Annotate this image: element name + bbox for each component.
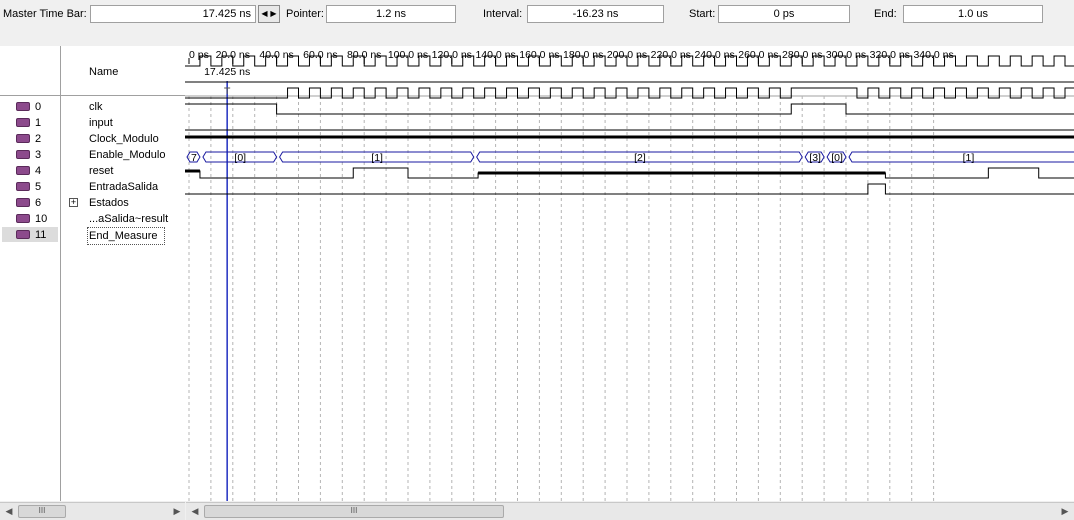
master-time-bar-field[interactable]: 17.425 ns [90,5,256,23]
scroll-left-icon[interactable]: ◀ [2,505,16,518]
signal-name-panel: Name 0 clk 1 input 2 Clock_Modulo 3 Enable_Modu… [0,46,186,501]
signal-name: Enable_Modulo [89,149,166,161]
signal-row[interactable]: 4 reset [0,163,185,179]
signal-index: 5 [35,181,42,193]
estados-bus-label: 7 [191,152,197,164]
signal-index: 1 [35,117,42,129]
pointer-label: Pointer: [286,8,324,20]
enable-modulo-waveform [185,103,1074,115]
output-pin-icon [16,214,30,223]
output-pin-icon [16,198,30,207]
estados-bus-label: [2] [634,152,646,164]
master-time-bar-label: Master Time Bar: [3,8,87,20]
output-pin-icon [16,150,30,159]
arrow-left-icon[interactable]: ◀ [260,7,269,21]
signal-row[interactable]: 6 + Estados [0,195,185,211]
time-tick-label: 0 ps [189,49,209,61]
output-pin-icon [16,230,30,239]
input-pin-icon [16,118,30,127]
cursor-handle [224,87,231,94]
signal-row[interactable]: 1 input [0,115,185,131]
estados-bus-segment [848,151,1074,163]
estados-bus-label: [0] [234,152,246,164]
signal-index: 4 [35,165,42,177]
cursor-time-label: 17.425 ns [204,66,250,78]
toolbar: Master Time Bar: 17.425 ns ◀ ▶ Pointer: … [0,0,1074,28]
signal-row[interactable]: 0 clk [0,99,185,115]
scroll-right-icon[interactable]: ▶ [1058,505,1072,518]
signal-badge: 4 [2,163,58,178]
interval-field[interactable]: -16.23 ns [527,5,664,23]
signal-badge: 5 [2,179,58,194]
name-header: Name [0,46,185,96]
signal-badge: 6 [2,195,58,210]
signal-name: Clock_Modulo [89,133,159,145]
signal-row[interactable]: 3 Enable_Modulo [0,147,185,163]
end-field[interactable]: 1.0 us [903,5,1043,23]
expand-icon[interactable]: + [69,198,78,207]
estados-bus-label: [1] [371,152,383,164]
signal-badge: 10 [2,211,58,226]
signal-row[interactable]: 5 EntradaSalida [0,179,185,195]
end-measure-waveform [185,183,1074,195]
signal-row[interactable]: 2 Clock_Modulo [0,131,185,147]
signal-name: EntradaSalida [89,181,159,193]
name-scrollbar[interactable]: ◀ III ▶ [0,502,185,520]
scroll-right-icon[interactable]: ▶ [170,505,184,518]
signal-name: reset [89,165,114,177]
signal-badge: 3 [2,147,58,162]
signal-index: 10 [35,213,48,225]
signal-index: 0 [35,101,42,113]
signal-badge: 2 [2,131,58,146]
signal-index: 2 [35,133,42,145]
output-pin-icon [16,182,30,191]
wave-scrollbar[interactable]: ◀ III ▶ [186,502,1074,520]
pointer-field[interactable]: 1.2 ns [326,5,456,23]
waveform-panel[interactable]: 0 ps 20.0 ns 40.0 ns 60.0 ns 80.0 ns 100.0 ns… [185,46,1074,501]
end-label: End: [874,8,897,20]
signal-row[interactable]: 10 ...aSalida~result [0,211,185,227]
signal-row[interactable]: 11 End_Measure [0,227,185,245]
signal-index: 3 [35,149,42,161]
signal-badge: 0 [2,99,58,114]
output-pin-icon [16,134,30,143]
arrow-right-icon[interactable]: ▶ [269,7,278,21]
signal-name: ...aSalida~result [89,213,169,225]
signal-badge: 1 [2,115,58,130]
name-scroll-thumb[interactable]: III [18,505,66,518]
signal-index: 11 [35,229,47,241]
master-time-bar-stepper[interactable]: ◀ ▶ [258,5,280,23]
start-label: Start: [689,8,716,20]
estados-bus-label: [3] [809,152,821,164]
scroll-left-icon[interactable]: ◀ [188,505,202,518]
input-pin-icon [16,166,30,175]
signal-name: Estados [89,197,129,209]
estados-bus-label: [0] [831,152,843,164]
waveform-canvas[interactable]: 0 ps 20.0 ns 40.0 ns 60.0 ns 80.0 ns 100.0 ns… [185,46,1074,501]
input-pin-icon [16,102,30,111]
signal-badge: 11 [2,227,58,242]
estados-bus-label: [1] [963,152,975,164]
signal-name: input [89,117,113,129]
signal-index: 6 [35,197,42,209]
signal-name: clk [89,101,103,113]
interval-label: Interval: [483,8,523,20]
name-column-header[interactable]: Name [89,66,118,78]
start-field[interactable]: 0 ps [718,5,850,23]
signal-name: End_Measure [87,227,165,245]
wave-scroll-thumb[interactable]: III [204,505,504,518]
